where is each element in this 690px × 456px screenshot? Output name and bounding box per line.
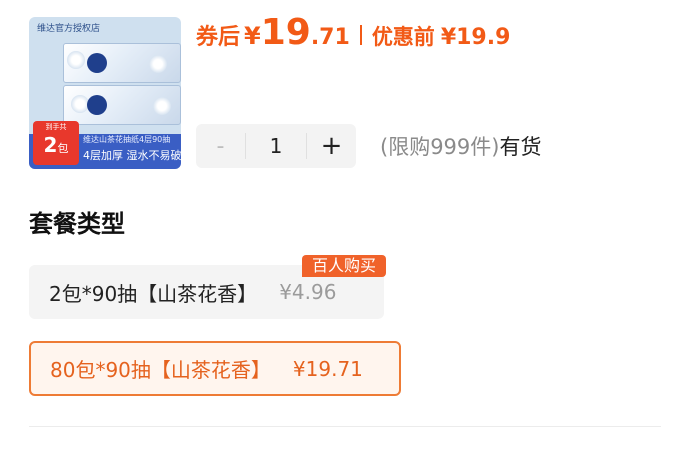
package-option-name: 2包*90抽【山茶花香】 <box>49 281 258 306</box>
quantity-input[interactable] <box>246 133 306 159</box>
package-type-title: 套餐类型 <box>29 210 125 238</box>
stock-status: 有货 <box>499 135 542 159</box>
popular-purchase-tag: 百人购买 <box>302 255 386 277</box>
camellia-flower-icon <box>149 55 167 73</box>
price-line: 券后 ¥ 19 .71 优惠前 ¥19.9 <box>196 12 510 58</box>
coupon-price-integer: 19 <box>260 12 311 53</box>
coupon-price-decimal: .71 <box>310 25 350 50</box>
camellia-flower-icon <box>153 97 171 115</box>
package-option-80-pack[interactable]: 80包*90抽【山茶花香】 ¥19.71 <box>29 341 401 396</box>
package-option-name: 80包*90抽【山茶花香】 <box>50 358 271 382</box>
thumbnail-banner-top: 维达山茶花抽纸4层90抽 <box>83 135 171 144</box>
pack-count-unit: 包 <box>57 142 69 155</box>
section-divider <box>29 426 661 427</box>
product-thumbnail[interactable]: 维达官方授权店 维达山茶花抽纸4层90抽 4层加厚 湿水不易破 到手共 2包 <box>29 17 181 169</box>
camellia-flower-icon <box>67 51 85 69</box>
pack-count-number: 2 <box>43 133 58 157</box>
brand-logo-icon <box>87 95 107 115</box>
pack-count-badge: 到手共 2包 <box>33 121 79 165</box>
price-separator <box>359 25 362 45</box>
stock-info: (限购999件)有货 <box>380 131 541 161</box>
pack-count-badge-top: 到手共 <box>45 123 67 131</box>
purchase-limit: (限购999件) <box>380 135 500 159</box>
brand-logo-icon <box>87 53 107 73</box>
thumbnail-banner-text: 4层加厚 湿水不易破 <box>83 149 181 162</box>
coupon-price-label: 券后 <box>196 25 241 50</box>
original-price: ¥19.9 <box>440 25 511 50</box>
original-price-label: 优惠前 <box>371 25 435 49</box>
increase-quantity-button[interactable]: + <box>307 124 356 168</box>
decrease-quantity-button[interactable]: - <box>196 124 245 168</box>
currency-symbol: ¥ <box>244 22 261 50</box>
thumbnail-store-label: 维达官方授权店 <box>37 24 101 34</box>
package-option-price: ¥4.96 <box>279 280 337 304</box>
quantity-stepper: - + <box>196 124 356 168</box>
package-option-price: ¥19.71 <box>292 356 363 381</box>
